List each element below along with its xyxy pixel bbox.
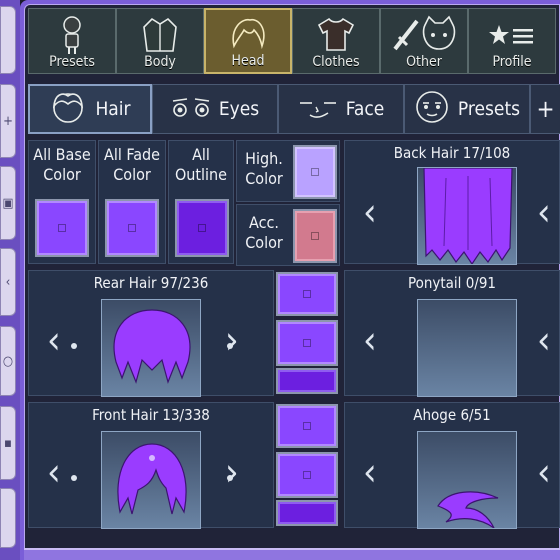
jacket-icon <box>140 15 180 59</box>
front-hair-color-1[interactable] <box>276 404 338 448</box>
subtab-eyes-label: Eyes <box>218 98 260 120</box>
subtab-more[interactable]: + <box>530 84 560 134</box>
front-hair-color-3[interactable] <box>276 500 338 526</box>
back-hair-title: Back Hair 17/108 <box>393 144 511 162</box>
front-hair-next-button[interactable]: › <box>225 453 239 491</box>
eyes-icon <box>171 95 211 123</box>
back-hair-image <box>423 168 513 264</box>
rear-hair-prev-dot <box>71 343 77 349</box>
front-hair-color-2[interactable] <box>276 452 338 498</box>
back-hair-prev-button[interactable]: ‹ <box>363 193 377 231</box>
ahoge-next-button[interactable]: ‹ <box>537 453 551 491</box>
person-icon <box>57 15 87 59</box>
rear-hair-title: Rear Hair 97/236 <box>93 274 209 292</box>
tab-profile-label: Profile <box>492 54 532 70</box>
tab-profile[interactable]: Profile <box>468 8 556 74</box>
shirt-icon <box>316 15 356 57</box>
all-outline-label: All Outline <box>174 145 228 184</box>
ahoge-prev-button[interactable]: ‹ <box>363 453 377 491</box>
star-list-icon <box>489 23 535 53</box>
tab-body[interactable]: Body <box>116 8 204 74</box>
subtab-eyes[interactable]: Eyes <box>152 84 278 134</box>
side-bottom-button[interactable] <box>0 488 16 548</box>
rear-hair-color-2[interactable] <box>276 320 338 366</box>
tab-presets[interactable]: Presets <box>28 8 116 74</box>
front-hair-prev-dot <box>71 475 77 481</box>
all-fade-color-panel[interactable]: All Fade Color <box>98 140 166 264</box>
tab-head[interactable]: Head <box>204 8 292 74</box>
bottom-bar <box>24 548 560 560</box>
rear-hair-next-dot <box>227 343 233 349</box>
ponytail-next-button[interactable]: ‹ <box>537 321 551 359</box>
rear-hair-next-button[interactable]: › <box>225 321 239 359</box>
presets-face-icon <box>414 89 450 129</box>
ahoge-image <box>437 491 499 528</box>
ponytail-title: Ponytail 0/91 <box>407 274 497 292</box>
plus-icon: + <box>536 95 555 123</box>
ahoge-panel: Ahoge 6/51 ‹ ‹ <box>344 402 560 529</box>
all-base-color-label: All Base Color <box>33 145 91 184</box>
hair-icon <box>228 16 268 56</box>
back-hair-next-button[interactable]: ‹ <box>537 193 551 231</box>
ahoge-preview <box>417 431 517 529</box>
front-hair-preview <box>101 431 201 529</box>
hair-face-icon <box>49 90 87 128</box>
subtab-presets[interactable]: Presets <box>404 84 530 134</box>
subtab-hair[interactable]: Hair <box>28 84 152 134</box>
side-button-top[interactable] <box>0 6 16 74</box>
subtab-hair-label: Hair <box>95 98 131 120</box>
high-color-panel[interactable]: High. Color <box>236 140 340 202</box>
front-hair-panel: Front Hair 13/338 ‹ › <box>28 402 274 529</box>
all-outline-panel[interactable]: All Outline <box>168 140 234 264</box>
acc-color-swatch[interactable] <box>293 209 337 263</box>
all-base-color-swatch[interactable] <box>35 199 89 257</box>
face-icon <box>298 95 338 123</box>
side-plus-button[interactable]: + <box>0 84 16 158</box>
side-search-button[interactable]: ○ <box>0 326 16 396</box>
rear-hair-image <box>113 309 191 384</box>
subtab-face[interactable]: Face <box>278 84 404 134</box>
high-color-swatch[interactable] <box>293 145 337 199</box>
acc-color-panel[interactable]: Acc. Color <box>236 204 340 266</box>
all-outline-swatch[interactable] <box>175 199 229 257</box>
all-base-color-panel[interactable]: All Base Color <box>28 140 96 264</box>
ahoge-title: Ahoge 6/51 <box>413 406 491 424</box>
subtab-presets-label: Presets <box>457 98 521 120</box>
all-fade-color-swatch[interactable] <box>105 199 159 257</box>
high-color-label: High. Color <box>245 149 283 188</box>
ponytail-prev-button[interactable]: ‹ <box>363 321 377 359</box>
rear-hair-color-1[interactable] <box>276 272 338 316</box>
subtab-face-label: Face <box>345 98 385 120</box>
tab-clothes[interactable]: Clothes <box>292 8 380 74</box>
sword-cat-icon <box>391 15 457 57</box>
front-hair-image <box>117 443 187 515</box>
ponytail-panel: Ponytail 0/91 ‹ ‹ <box>344 270 560 397</box>
rear-hair-color-3[interactable] <box>276 368 338 394</box>
side-lock-button[interactable]: ▪ <box>0 406 16 480</box>
rear-hair-prev-button[interactable]: ‹ <box>47 321 61 359</box>
ponytail-preview <box>417 299 517 397</box>
rear-hair-panel: Rear Hair 97/236 ‹ › <box>28 270 274 397</box>
front-hair-title: Front Hair 13/338 <box>92 406 210 424</box>
tab-other[interactable]: Other <box>380 8 468 74</box>
front-hair-next-dot <box>227 475 233 481</box>
rear-hair-preview <box>101 299 201 397</box>
side-image-button[interactable]: ▣ <box>0 166 16 240</box>
acc-color-label: Acc. Color <box>245 213 283 252</box>
front-hair-prev-button[interactable]: ‹ <box>47 453 61 491</box>
back-hair-panel: Back Hair 17/108 ‹ ‹ <box>344 140 560 265</box>
all-fade-color-label: All Fade Color <box>103 145 161 184</box>
back-hair-preview <box>417 167 517 265</box>
side-share-button[interactable]: ‹ <box>0 248 16 316</box>
